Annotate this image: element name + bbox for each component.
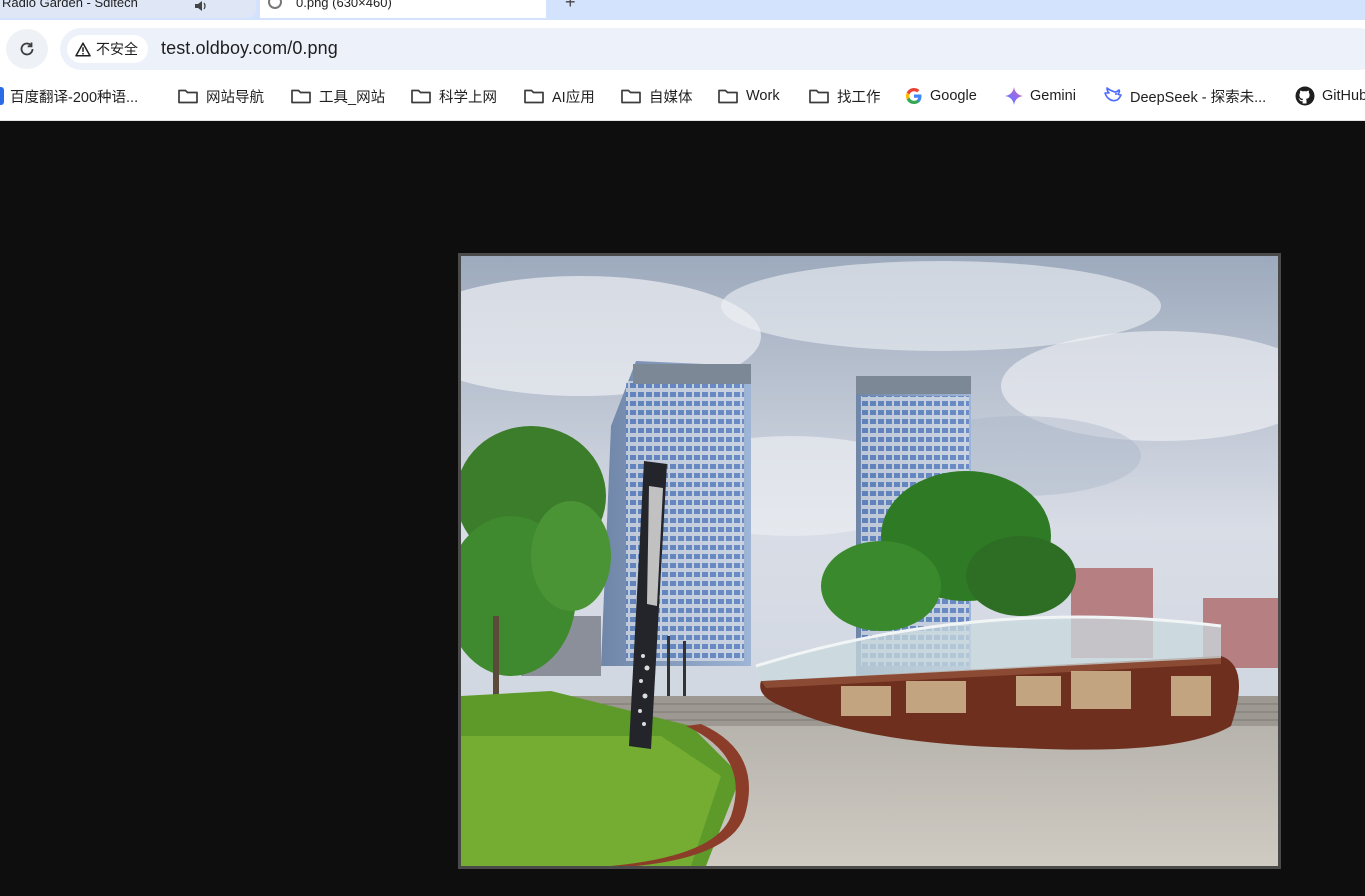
- bookmark-label: 找工作: [837, 89, 881, 106]
- bookmark-folder-nav[interactable]: 网站导航: [177, 76, 264, 116]
- bookmark-folder-tools[interactable]: 工具_网站: [290, 76, 385, 116]
- url-text[interactable]: test.oldboy.com/0.png: [161, 38, 338, 59]
- tab-title: Radio Garden - Sdltech: [2, 0, 138, 10]
- park-photo: [461, 256, 1278, 866]
- security-label: 不安全: [96, 41, 138, 57]
- bookmark-gemini[interactable]: Gemini: [1005, 76, 1076, 116]
- folder-icon: [717, 87, 739, 105]
- reload-button[interactable]: [6, 29, 48, 69]
- folder-icon: [620, 87, 642, 105]
- bookmark-label: 百度翻译-200种语...: [10, 89, 139, 106]
- speaker-icon[interactable]: [194, 0, 208, 15]
- bookmark-label: GitHub: [1322, 88, 1365, 104]
- folder-icon: [523, 87, 545, 105]
- folder-icon: [290, 87, 312, 105]
- bookmark-label: Google: [930, 88, 977, 104]
- warning-triangle-icon: [75, 41, 91, 57]
- bookmark-label: 工具_网站: [319, 89, 386, 106]
- github-icon: [1295, 86, 1315, 106]
- bookmark-folder-proxy[interactable]: 科学上网: [410, 76, 497, 116]
- tab-title: 0.png (630×460): [296, 0, 392, 10]
- bookmark-deepseek[interactable]: DeepSeek - 探索未...: [1103, 76, 1266, 116]
- bookmark-label: 自媒体: [649, 89, 693, 106]
- folder-icon: [177, 87, 199, 105]
- security-chip[interactable]: 不安全: [67, 35, 148, 63]
- tab-image[interactable]: 0.png (630×460): [260, 0, 546, 18]
- gemini-icon: [1005, 87, 1023, 105]
- bookmark-label: DeepSeek - 探索未...: [1130, 89, 1267, 106]
- new-tab-icon[interactable]: +: [565, 0, 576, 13]
- bookmark-label: Gemini: [1030, 88, 1076, 104]
- folder-icon: [410, 87, 432, 105]
- displayed-image[interactable]: [458, 253, 1281, 869]
- bookmark-label: AI应用: [552, 89, 595, 106]
- bookmark-label: Work: [746, 88, 780, 104]
- globe-icon: [268, 0, 282, 9]
- bookmark-label: 科学上网: [439, 89, 497, 106]
- tab-radio-garden[interactable]: Radio Garden - Sdltech: [0, 0, 256, 18]
- browser-toolbar: 不安全 test.oldboy.com/0.png: [0, 20, 1365, 76]
- reload-icon: [18, 40, 36, 58]
- image-viewer: [0, 121, 1365, 896]
- tab-strip: Radio Garden - Sdltech 0.png (630×460) +: [0, 0, 1365, 20]
- folder-icon: [808, 87, 830, 105]
- bookmark-google[interactable]: Google: [905, 76, 977, 116]
- deepseek-icon: [1103, 87, 1123, 105]
- bookmark-label: 网站导航: [206, 89, 264, 106]
- bookmark-folder-work[interactable]: Work: [717, 76, 780, 116]
- bookmark-github[interactable]: GitHub: [1295, 76, 1365, 116]
- bookmark-folder-ai[interactable]: AI应用: [523, 76, 595, 116]
- bookmarks-bar: 百度翻译-200种语... 网站导航 工具_网站 科学上网 AI应用 自媒体 W…: [0, 76, 1365, 121]
- baidu-icon: [0, 87, 4, 105]
- bookmark-baidu-translate[interactable]: 百度翻译-200种语...: [0, 76, 138, 116]
- bookmark-folder-jobs[interactable]: 找工作: [808, 76, 881, 116]
- address-bar[interactable]: 不安全 test.oldboy.com/0.png: [60, 28, 1365, 70]
- bookmark-folder-media[interactable]: 自媒体: [620, 76, 693, 116]
- google-icon: [905, 87, 923, 105]
